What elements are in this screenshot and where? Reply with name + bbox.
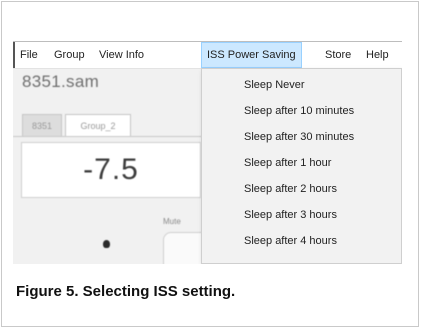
figure-frame: 8351.sam 8351 Group_2 -7.5 Mute File Gro… xyxy=(1,1,419,327)
menu-bar: File Group View Info ISS Power Saving St… xyxy=(13,42,402,69)
menu-group[interactable]: Group xyxy=(49,42,90,68)
tab-group-2[interactable]: Group_2 xyxy=(65,114,131,136)
menu-view-info[interactable]: View Info xyxy=(94,42,149,68)
level-value-display: -7.5 xyxy=(83,153,139,186)
application-screenshot: 8351.sam 8351 Group_2 -7.5 Mute File Gro… xyxy=(13,41,402,264)
figure-caption: Figure 5. Selecting ISS setting. xyxy=(16,283,236,300)
sleep-4-hours-option[interactable]: Sleep after 4 hours xyxy=(202,231,401,251)
value-panel: -7.5 xyxy=(21,142,201,198)
knob-indicator xyxy=(103,240,110,248)
sleep-10-minutes-option[interactable]: Sleep after 10 minutes xyxy=(202,101,401,121)
menu-store[interactable]: Store xyxy=(320,42,356,68)
file-title: 8351.sam xyxy=(22,72,100,91)
sleep-1-hour-option[interactable]: Sleep after 1 hour xyxy=(202,153,401,173)
iss-power-saving-dropdown: Sleep Never Sleep after 10 minutes Sleep… xyxy=(201,68,402,264)
menu-help[interactable]: Help xyxy=(361,42,394,68)
sleep-2-hours-option[interactable]: Sleep after 2 hours xyxy=(202,179,401,199)
mute-label: Mute xyxy=(163,217,181,226)
tab-8351[interactable]: 8351 xyxy=(22,114,62,136)
menu-iss-power-saving[interactable]: ISS Power Saving xyxy=(201,42,302,68)
menu-file[interactable]: File xyxy=(15,42,43,68)
sleep-30-minutes-option[interactable]: Sleep after 30 minutes xyxy=(202,127,401,147)
sleep-never-option[interactable]: Sleep Never xyxy=(202,75,401,95)
sleep-3-hours-option[interactable]: Sleep after 3 hours xyxy=(202,205,401,225)
